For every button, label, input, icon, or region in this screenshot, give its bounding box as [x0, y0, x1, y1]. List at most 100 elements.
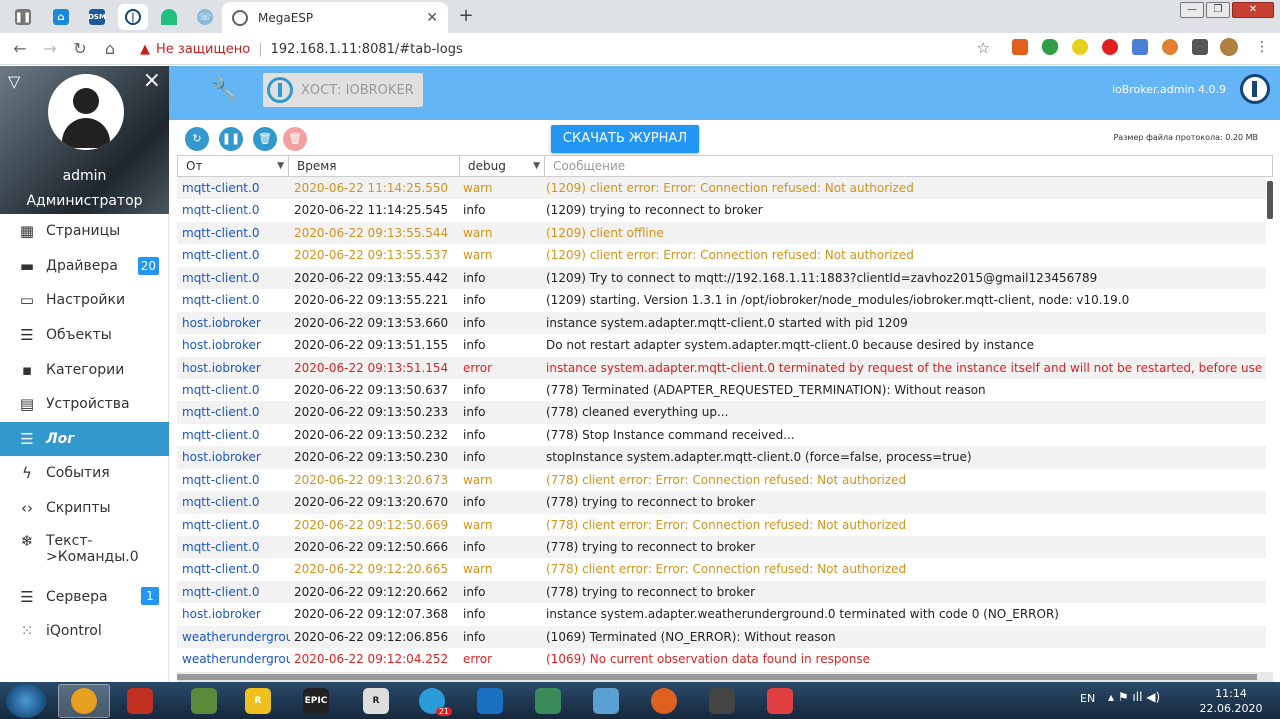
- keyboard-language[interactable]: EN: [1080, 692, 1095, 705]
- filter-from[interactable]: От ▼: [178, 156, 289, 176]
- window-controls: — ❐ ✕: [1178, 2, 1274, 18]
- taskbar-app[interactable]: R: [232, 684, 284, 718]
- taskbar-app[interactable]: [464, 684, 516, 718]
- taskbar-app[interactable]: EPIC: [290, 684, 342, 718]
- log-from: mqtt-client.0: [182, 540, 260, 554]
- sidebar-item-scripts[interactable]: ‹› Скрипты: [0, 491, 169, 526]
- sidebar-item-pages[interactable]: ▦ Страницы: [0, 214, 169, 249]
- extensions-puzzle-icon[interactable]: [1192, 39, 1208, 55]
- globe-icon: [232, 9, 248, 26]
- refresh-button[interactable]: ↻: [185, 127, 209, 151]
- taskbar-app[interactable]: [522, 684, 574, 718]
- new-tab-button[interactable]: +: [454, 5, 478, 29]
- sidebar-item-settings[interactable]: ▭ Настройки: [0, 283, 169, 318]
- start-button[interactable]: [6, 684, 46, 718]
- taskbar-app[interactable]: [696, 684, 748, 718]
- taskbar-app[interactable]: R: [350, 684, 402, 718]
- tab-close-icon[interactable]: ✕: [426, 10, 438, 26]
- rockstar-icon: R: [245, 688, 271, 714]
- sidebar-item-label: Настройки: [46, 292, 126, 309]
- sidebar-item-drivers[interactable]: ▬ Драйвера 20: [0, 249, 169, 284]
- log-time: 2020-06-22 11:14:25.545: [294, 203, 449, 218]
- taskbar-clock[interactable]: 11:14 22.06.2020: [1196, 686, 1266, 716]
- filter-time[interactable]: Время: [289, 156, 460, 176]
- log-from: mqtt-client.0: [182, 405, 260, 420]
- chevron-down-icon: ▼: [533, 161, 540, 171]
- home-button-icon[interactable]: ⌂: [100, 39, 120, 59]
- extension-shield-icon[interactable]: [1042, 39, 1058, 55]
- sidebar-item-devices[interactable]: ▤ Устройства: [0, 387, 169, 422]
- taskbar-app[interactable]: 21: [406, 684, 458, 718]
- minimize-icon[interactable]: —: [1180, 2, 1204, 18]
- pinned-tab-home[interactable]: ⌂: [46, 4, 76, 30]
- log-from: mqtt-client.0: [182, 203, 260, 218]
- vertical-scrollbar[interactable]: [1266, 177, 1274, 671]
- extension-translate-icon[interactable]: [1132, 39, 1148, 55]
- taskbar-app[interactable]: [114, 684, 166, 718]
- log-row: mqtt-client.0 2020-06-22 09:13:20.670 info…: [177, 491, 1266, 514]
- sidebar-item-servers[interactable]: ☰ Сервера 1: [0, 579, 169, 614]
- iobroker-icon: |: [125, 9, 141, 25]
- pause-button[interactable]: ❚❚: [219, 127, 243, 151]
- log-severity: info: [463, 629, 486, 644]
- log-row: host.iobroker 2020-06-22 09:13:51.155 info…: [177, 334, 1266, 356]
- browser-toolbar: ← → ↻ ⌂ ▲ Не защищено | 192.168.1.11:808…: [0, 33, 1280, 65]
- taskbar-app[interactable]: [58, 684, 110, 718]
- log-message: (1209) client offline: [546, 225, 664, 240]
- extension-coin-icon[interactable]: [1072, 39, 1088, 55]
- system-tray-icons[interactable]: ▴ ⚑ ıll ◀): [1108, 690, 1160, 704]
- taskbar-app[interactable]: [580, 684, 632, 718]
- filter-message-input[interactable]: Сообщение: [545, 156, 1272, 176]
- triangle-icon[interactable]: ▽: [8, 72, 20, 91]
- filter-severity[interactable]: debug ▼: [460, 156, 545, 176]
- hscrollbar-thumb[interactable]: [177, 674, 1257, 680]
- profile-avatar-icon[interactable]: [1220, 38, 1238, 56]
- column-message-label: Сообщение: [553, 159, 626, 173]
- back-icon[interactable]: ←: [10, 39, 30, 59]
- taskbar-app[interactable]: [638, 684, 690, 718]
- clear-button[interactable]: 🗑: [253, 127, 277, 151]
- log-message: (778) Terminated (ADAPTER_REQUESTED_TERM…: [546, 382, 986, 397]
- sidebar-item-objects[interactable]: ☰ Объекты: [0, 318, 169, 353]
- browser-menu-icon[interactable]: ⋮: [1254, 39, 1270, 55]
- window-close-icon[interactable]: ✕: [1232, 2, 1274, 18]
- address-bar[interactable]: ▲ Не защищено | 192.168.1.11:8081/#tab-l…: [134, 36, 1000, 62]
- taskbar-app[interactable]: [754, 684, 806, 718]
- log-time: 2020-06-22 09:12:20.665: [294, 562, 449, 577]
- active-tab[interactable]: MegaESP ✕: [222, 2, 448, 33]
- reload-icon[interactable]: ↻: [70, 39, 90, 59]
- horizontal-scrollbar[interactable]: [177, 672, 1273, 682]
- extension-stop-icon[interactable]: [1102, 39, 1118, 55]
- pinned-tab-iobroker[interactable]: |: [118, 4, 148, 30]
- host-selector[interactable]: ХОСТ: IOBROKER: [263, 73, 423, 107]
- maximize-icon[interactable]: ❐: [1206, 2, 1230, 18]
- bookmark-star-icon[interactable]: ☆: [977, 39, 990, 57]
- download-log-button[interactable]: СКАЧАТЬ ЖУРНАЛ: [551, 125, 699, 153]
- log-severity: warn: [463, 248, 493, 263]
- pinned-tab-dsm[interactable]: DSM: [82, 4, 112, 30]
- ccleaner-icon: [127, 688, 153, 714]
- log-from: mqtt-client.0: [182, 495, 260, 510]
- forward-icon[interactable]: →: [40, 39, 60, 59]
- extension-location-icon[interactable]: [1162, 39, 1178, 55]
- log-message: (1209) trying to reconnect to broker: [546, 203, 763, 218]
- delete-log-button[interactable]: 🗑: [283, 127, 307, 151]
- log-from: host.iobroker: [182, 450, 261, 465]
- scrollbar-thumb[interactable]: [1267, 181, 1273, 219]
- sidebar-item-log[interactable]: ☰ Лог: [0, 421, 169, 457]
- sidebar-item-events[interactable]: ϟ События: [0, 456, 169, 491]
- pinned-tab-pause[interactable]: ❚❚: [8, 4, 38, 30]
- close-sidebar-icon[interactable]: ×: [143, 68, 161, 93]
- wrench-icon[interactable]: 🔧: [211, 78, 238, 103]
- text-commands-line1: Текст-: [46, 533, 93, 550]
- sidebar-item-text-commands[interactable]: ❄ Текст- >Команды.0: [0, 525, 169, 579]
- extension-cart-icon[interactable]: [1012, 39, 1028, 55]
- log-row: weatherunderground.0 2020-06-22 09:12:06.…: [177, 625, 1266, 649]
- settings-app-icon: [709, 688, 735, 714]
- sidebar-item-categories[interactable]: ▪ Категории: [0, 352, 169, 387]
- log-message: (778) Stop Instance command received...: [546, 427, 795, 442]
- taskbar-app[interactable]: [178, 684, 230, 718]
- pinned-tab-green[interactable]: [154, 4, 184, 30]
- pinned-tab-chat[interactable]: ☏: [190, 4, 220, 30]
- sidebar-item-iqontrol[interactable]: ⁙ iQontrol: [0, 614, 169, 649]
